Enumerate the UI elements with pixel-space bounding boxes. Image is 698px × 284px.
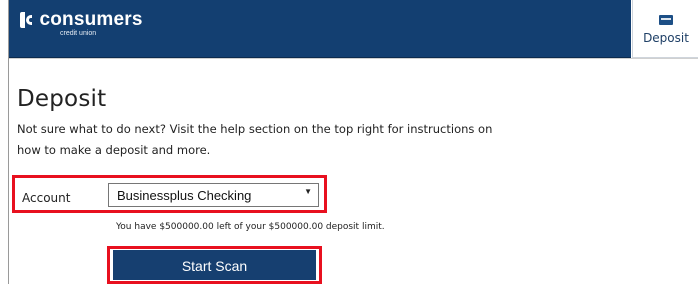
header-divider xyxy=(9,58,698,59)
account-label: Account xyxy=(22,191,71,205)
nav-deposit-label: Deposit xyxy=(643,31,689,45)
page-title: Deposit xyxy=(17,86,107,112)
triangle-down-icon: ▼ xyxy=(304,187,312,196)
intro-text: Not sure what to do next? Visit the help… xyxy=(17,122,493,157)
start-scan-button[interactable]: Start Scan xyxy=(113,250,316,280)
brand-logo[interactable]: consumers credit union xyxy=(20,9,143,37)
app-header: consumers credit union xyxy=(9,0,631,58)
logo-subtitle: credit union xyxy=(60,30,97,37)
deposit-limit-text: You have $500000.00 left of your $500000… xyxy=(116,222,385,232)
nav-deposit-tab[interactable]: Deposit xyxy=(632,0,698,58)
check-card-icon xyxy=(659,15,673,25)
logo-mark-icon xyxy=(20,12,32,28)
account-select-value: Businessplus Checking xyxy=(117,188,252,203)
account-select[interactable]: Businessplus Checking ▼ xyxy=(108,183,319,207)
logo-wordmark: consumers xyxy=(39,9,143,30)
